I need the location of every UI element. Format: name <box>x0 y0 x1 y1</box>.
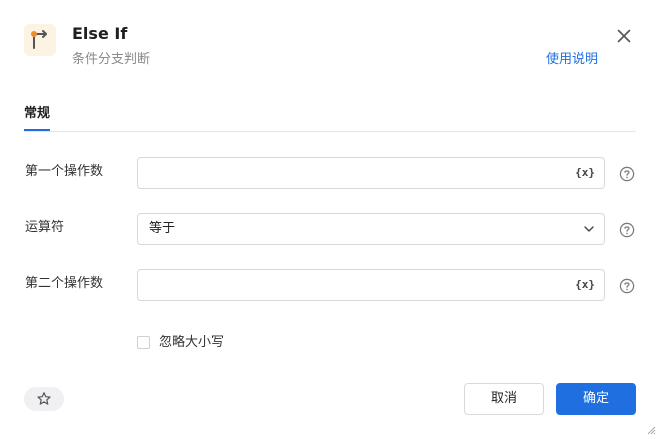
tab-bar: 常规 <box>24 104 636 132</box>
cancel-button[interactable]: 取消 <box>464 383 544 415</box>
dialog-subtitle: 条件分支判断 <box>72 52 151 67</box>
ignore-case-checkbox[interactable] <box>137 336 150 349</box>
help-icon[interactable] <box>619 278 635 294</box>
operator-selected-value: 等于 <box>149 221 176 236</box>
operand1-field[interactable]: {x} <box>137 157 605 189</box>
operand2-field[interactable]: {x} <box>137 269 605 301</box>
operand1-label: 第一个操作数 <box>25 164 104 179</box>
operator-label: 运算符 <box>25 220 65 235</box>
star-icon <box>37 392 51 405</box>
tab-general[interactable]: 常规 <box>24 104 51 131</box>
operator-select[interactable]: 等于 <box>137 213 605 245</box>
usage-guide-link[interactable]: 使用说明 <box>546 52 598 68</box>
operand2-label: 第二个操作数 <box>25 276 104 291</box>
help-icon[interactable] <box>619 166 635 182</box>
operand2-input[interactable] <box>148 270 578 300</box>
confirm-button[interactable]: 确定 <box>556 383 636 415</box>
else-if-dialog: Else If 条件分支判断 使用说明 常规 第一个操作数 {x} 运算符 等于… <box>0 0 660 439</box>
help-icon[interactable] <box>619 222 635 238</box>
ignore-case-label: 忽略大小写 <box>159 335 225 350</box>
resize-grip-icon[interactable] <box>646 425 656 435</box>
variable-icon[interactable]: {x} <box>575 278 595 292</box>
variable-icon[interactable]: {x} <box>575 166 595 180</box>
branch-icon <box>24 24 56 56</box>
favorite-button[interactable] <box>24 387 64 411</box>
close-icon[interactable] <box>614 26 634 46</box>
chevron-down-icon <box>584 226 594 232</box>
operand1-input[interactable] <box>148 158 578 188</box>
dialog-title: Else If <box>72 24 128 43</box>
